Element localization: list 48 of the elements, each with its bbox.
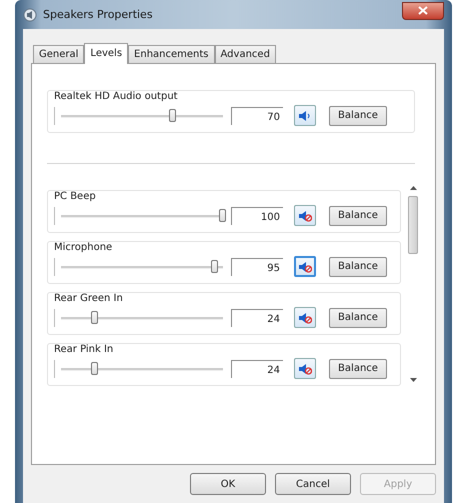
muted-speaker-icon <box>298 312 312 324</box>
scroll-up-icon[interactable] <box>410 186 416 190</box>
volume-value[interactable]: 70 <box>231 106 283 124</box>
scrollbar-thumb[interactable] <box>408 196 418 254</box>
slider-thumb[interactable] <box>91 310 98 324</box>
tab[interactable]: Levels <box>84 43 128 64</box>
muted-speaker-icon <box>298 260 312 272</box>
channel-label: Microphone <box>52 242 114 253</box>
balance-button[interactable]: Balance <box>329 358 387 378</box>
tab[interactable]: Advanced <box>214 45 276 63</box>
mute-button[interactable] <box>294 105 316 126</box>
mute-button[interactable] <box>294 307 316 328</box>
dialog-button[interactable]: Cancel <box>275 473 351 495</box>
mute-button[interactable] <box>294 358 316 379</box>
balance-button[interactable]: Balance <box>329 308 387 328</box>
mute-button[interactable] <box>294 256 316 277</box>
balance-button[interactable]: Balance <box>329 206 387 226</box>
muted-speaker-icon <box>298 210 312 222</box>
tab[interactable]: General <box>33 45 84 63</box>
channel-label: Rear Green In <box>52 293 125 304</box>
volume-slider[interactable] <box>54 106 223 124</box>
volume-value[interactable]: 24 <box>231 360 283 378</box>
channel-label: PC Beep <box>52 191 98 202</box>
tab[interactable]: Enhancements <box>128 45 215 63</box>
volume-value[interactable]: 100 <box>231 206 283 224</box>
scroll-down-icon[interactable] <box>410 378 416 382</box>
volume-slider[interactable] <box>54 308 223 326</box>
muted-speaker-icon <box>298 362 312 374</box>
mute-button[interactable] <box>294 205 316 226</box>
channel-label: Rear Pink In <box>52 344 116 355</box>
volume-value[interactable]: 24 <box>231 308 283 326</box>
slider-thumb[interactable] <box>219 208 226 222</box>
slider-thumb[interactable] <box>168 108 176 122</box>
volume-slider[interactable] <box>54 360 223 378</box>
slider-thumb[interactable] <box>210 260 218 272</box>
speaker-icon <box>298 110 312 122</box>
volume-slider[interactable] <box>54 206 223 224</box>
volume-value[interactable]: 95 <box>231 258 283 276</box>
window-title: Speakers Properties <box>43 8 154 21</box>
slider-thumb[interactable] <box>91 362 98 374</box>
volume-slider[interactable] <box>54 258 223 276</box>
balance-button[interactable]: Balance <box>329 106 387 126</box>
device-label: Realtek HD Audio output <box>52 91 180 102</box>
close-button[interactable] <box>402 2 444 20</box>
speaker-icon <box>23 8 37 22</box>
balance-button[interactable]: Balance <box>329 256 387 276</box>
dialog-button[interactable]: OK <box>190 473 266 495</box>
close-icon <box>418 6 428 15</box>
